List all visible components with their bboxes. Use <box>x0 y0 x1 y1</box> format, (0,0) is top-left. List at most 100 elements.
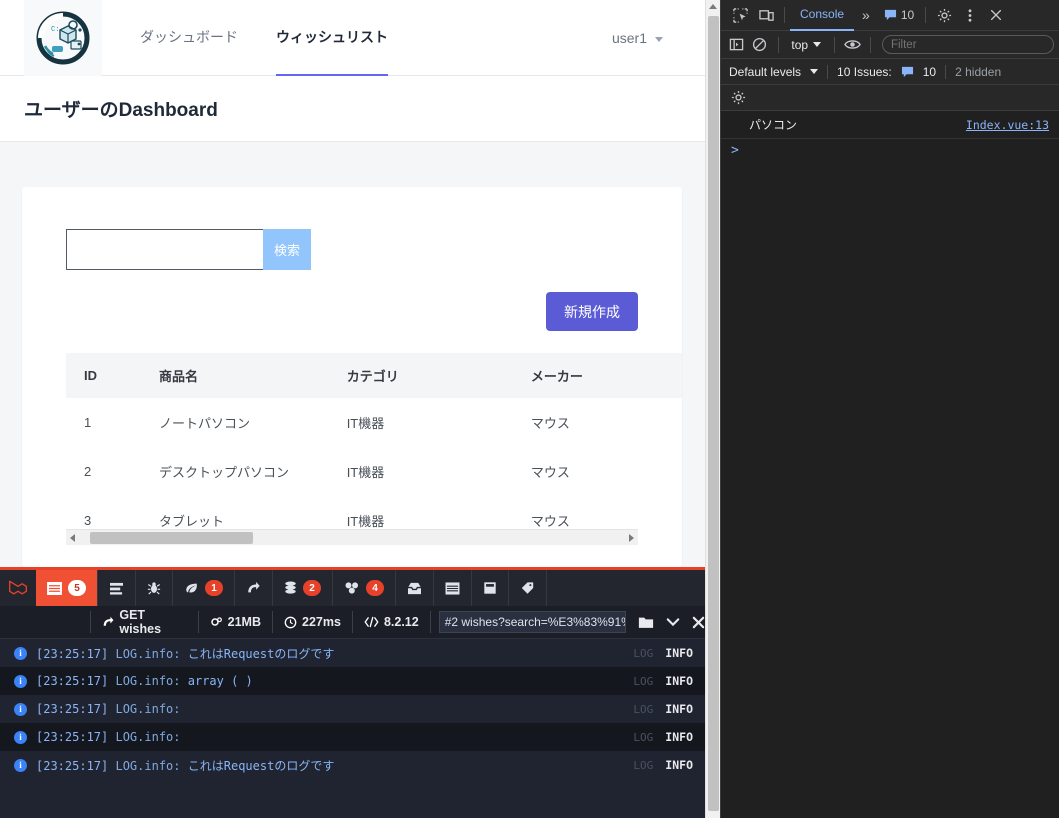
debugbar-tab-exceptions[interactable] <box>136 570 173 606</box>
col-header-id[interactable]: ID <box>66 353 142 398</box>
tag-icon <box>521 582 534 594</box>
log-entry[interactable]: i [23:25:17] LOG.info: LOG INFO <box>0 723 705 751</box>
cell-maker: マウス <box>530 465 570 480</box>
debugbar-log-list: i [23:25:17] LOG.info: これはRequestのログです L… <box>0 639 705 818</box>
page-vertical-scrollbar[interactable] <box>705 0 720 818</box>
devtools-console-toolbar: top <box>721 31 1059 59</box>
debugbar-badge-views: 1 <box>205 580 223 596</box>
log-message: [23:25:17] LOG.info: array ( ) <box>36 674 253 688</box>
top-navbar: C: ダッシュボード ウィッシュリスト user1 <box>0 0 705 76</box>
clear-console-icon[interactable] <box>749 32 770 58</box>
vertical-scroll-thumb[interactable] <box>708 16 719 811</box>
issues-count-value: 10 <box>922 64 937 79</box>
folder-icon <box>638 617 654 628</box>
nav-tab-wishlist[interactable]: ウィッシュリスト <box>276 0 388 76</box>
live-expression-icon[interactable] <box>842 32 863 58</box>
issues-message-icon <box>901 66 913 77</box>
table-horizontal-scrollbar[interactable] <box>66 529 638 545</box>
issues-counter[interactable]: 10 <box>878 8 920 22</box>
table-head: ID 商品名 カテゴリ メーカー 値 <box>66 353 682 398</box>
issues-message-icon <box>884 9 896 21</box>
debugbar-php-stat[interactable]: 8.2.12 <box>353 611 431 633</box>
tab-console[interactable]: Console <box>790 0 855 31</box>
device-toolbar-icon[interactable] <box>753 2 779 28</box>
log-entry[interactable]: i [23:25:17] LOG.info: これはRequestのログです L… <box>0 639 705 667</box>
col-header-category[interactable]: カテゴリ <box>328 353 513 398</box>
context-selector[interactable]: top <box>785 38 827 52</box>
create-new-button[interactable]: 新規作成 <box>546 292 638 331</box>
chevron-down-icon <box>666 618 680 627</box>
log-level: INFO <box>665 758 693 772</box>
models-icon <box>345 582 359 594</box>
more-tabs-icon[interactable]: » <box>854 7 878 23</box>
table-row[interactable]: 1 ノートパソコン IT機器 マウス 2 <box>66 398 682 447</box>
debugbar-tab-route[interactable] <box>235 570 273 606</box>
log-source: LOG <box>633 730 654 744</box>
console-prompt[interactable]: > <box>721 139 1059 162</box>
debugbar-tab-timeline[interactable] <box>98 570 136 606</box>
horizontal-scroll-thumb[interactable] <box>90 532 253 544</box>
scroll-right-arrow-icon[interactable] <box>629 533 634 542</box>
clock-icon <box>284 616 297 628</box>
devtools-header: Console » 10 <box>721 0 1059 31</box>
views-leaf-icon <box>186 583 197 593</box>
debugbar-close-button[interactable] <box>692 616 705 629</box>
debugbar-tab-mails[interactable] <box>396 570 434 606</box>
debugbar-badge-queries: 2 <box>303 580 321 596</box>
scroll-left-arrow-icon[interactable] <box>70 533 75 542</box>
log-message: [23:25:17] LOG.info: <box>36 702 181 716</box>
console-filter-input[interactable] <box>881 35 1054 54</box>
log-entry[interactable]: i [23:25:17] LOG.info: LOG INFO <box>0 695 705 723</box>
info-icon: i <box>14 674 27 688</box>
user-menu[interactable]: user1 <box>612 0 663 76</box>
log-entry[interactable]: i [23:25:17] LOG.info: array ( ) LOG INF… <box>0 667 705 695</box>
default-levels-dropdown[interactable]: Default levels <box>729 65 801 79</box>
log-source: LOG <box>633 674 654 688</box>
gear-icon[interactable] <box>729 89 747 107</box>
create-row: 新規作成 <box>66 292 638 331</box>
gear-icon[interactable] <box>931 2 957 28</box>
console-source-link[interactable]: Index.vue:13 <box>966 118 1049 132</box>
table-row[interactable]: 2 デスクトップパソコン IT機器 マウス 2 <box>66 447 682 496</box>
log-message: [23:25:17] LOG.info: これはRequestのログです <box>36 646 335 661</box>
log-source: LOG <box>633 646 654 660</box>
debugbar-tab-messages[interactable]: 5 <box>36 570 98 606</box>
col-header-maker[interactable]: メーカー <box>512 353 682 398</box>
chevron-down-icon <box>810 69 819 74</box>
debugbar-tab-models[interactable]: 4 <box>333 570 396 606</box>
show-sidebar-icon[interactable] <box>726 32 747 58</box>
debugbar-tab-tag[interactable] <box>509 570 547 606</box>
log-source: LOG <box>633 758 654 772</box>
console-entry[interactable]: パソコン Index.vue:13 <box>721 111 1059 139</box>
log-message: [23:25:17] LOG.info: これはRequestのログです <box>36 758 335 773</box>
mails-inbox-icon <box>408 582 421 594</box>
col-header-name[interactable]: 商品名 <box>141 353 329 398</box>
table-scroll-container: ID 商品名 カテゴリ メーカー 値 1 ノートパソコン IT機 <box>66 353 682 545</box>
debugbar-memory-stat[interactable]: 21MB <box>199 611 273 633</box>
debugbar-request-select[interactable]: #2 wishes?search=%E3%83%91% <box>438 611 626 633</box>
debugbar-open-folder-button[interactable] <box>638 616 654 629</box>
debugbar-minimize-button[interactable] <box>666 616 680 628</box>
page-header: ユーザーのDashboard <box>0 76 705 142</box>
more-options-icon[interactable] <box>957 2 983 28</box>
close-icon[interactable] <box>983 2 1009 28</box>
nav-tabs: ダッシュボード ウィッシュリスト <box>140 0 388 76</box>
debugbar-time-stat[interactable]: 227ms <box>273 611 353 633</box>
debugbar-tab-request[interactable] <box>472 570 509 606</box>
nav-tab-dashboard[interactable]: ダッシュボード <box>140 0 238 76</box>
route-arrow-icon <box>248 581 260 593</box>
debugbar-route-stat[interactable]: GET wishes <box>90 608 199 636</box>
laravel-debugbar: 5 1 2 4 GET wishes 21MB 227ms 8.2.12 #2 … <box>0 567 705 818</box>
scroll-up-arrow-icon[interactable] <box>709 4 717 9</box>
page-title: ユーザーのDashboard <box>24 100 218 121</box>
exceptions-bug-icon <box>147 582 161 595</box>
debugbar-tab-session[interactable] <box>434 570 472 606</box>
debugbar-tab-views[interactable]: 1 <box>173 570 235 606</box>
cell-id: 1 <box>84 415 92 430</box>
inspect-element-icon[interactable] <box>727 2 753 28</box>
search-button[interactable]: 検索 <box>263 229 311 270</box>
debugbar-tab-queries[interactable]: 2 <box>273 570 333 606</box>
app-logo[interactable]: C: <box>24 0 102 76</box>
search-input[interactable] <box>66 229 263 270</box>
log-entry[interactable]: i [23:25:17] LOG.info: これはRequestのログです L… <box>0 751 705 779</box>
